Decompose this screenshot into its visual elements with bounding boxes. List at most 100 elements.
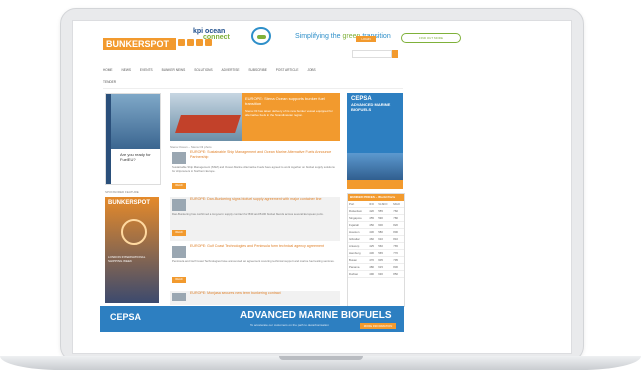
price-cell: 580 — [377, 228, 393, 236]
price-cell: 450 — [368, 221, 378, 229]
price-row: Antwerp 425 560 765 — [348, 242, 404, 250]
bunkerspot-logo[interactable]: BUNKERSPOT — [103, 38, 176, 50]
price-cell: Durban — [348, 270, 369, 278]
price-cell: 615 — [377, 263, 393, 271]
price-cell: Panama — [348, 263, 369, 271]
hero-image[interactable] — [170, 93, 242, 141]
lisw-ad[interactable]: BUNKERSPOT LONDON INTERNATIONAL SHIPPING… — [105, 197, 159, 303]
price-cell: 810 — [392, 235, 404, 243]
nav-item[interactable]: EVENTS — [140, 68, 153, 72]
price-cell: 820 — [392, 221, 404, 229]
article-item[interactable]: EUROPE: Sustainable Ship Management and … — [170, 150, 340, 194]
article-thumbnail — [172, 246, 186, 258]
price-row: Busan 470 605 795 — [348, 256, 404, 264]
login-button[interactable]: LOGIN — [356, 36, 376, 42]
sponsored-label: SPONSORED FEATURE — [105, 190, 139, 194]
article-thumbnail — [172, 293, 186, 301]
kpi-ocean-emblem-icon — [251, 27, 271, 45]
price-cell: 610 — [377, 235, 393, 243]
cepsa-banner-headline: ADVANCED MARINE BIOFUELS — [240, 310, 392, 321]
hero-panel[interactable]: EUROPE: Stena Ocean supports bunker fuel… — [242, 93, 340, 141]
price-cell: 455 — [368, 214, 378, 222]
search-icon[interactable] — [392, 50, 398, 58]
cepsa-headline: ADVANCED MARINE BIOFUELS — [351, 102, 391, 112]
article-item[interactable]: EUROPE: Dan-Bunkering signs biofuel supp… — [170, 197, 340, 241]
cepsa-banner-subtext: To accelerate our customers on the path … — [250, 323, 329, 327]
article-item[interactable]: EUROPE: Monjasa secures new term bunkeri… — [170, 291, 340, 305]
nav-item[interactable]: ADVERTISE — [222, 68, 240, 72]
price-cell: Rotterdam — [348, 207, 369, 215]
nav-item[interactable]: SUBSCRIBE — [248, 68, 266, 72]
twitter-icon[interactable] — [178, 39, 185, 46]
find-out-more-button[interactable]: FIND OUT MORE — [401, 33, 461, 43]
more-information-button[interactable]: MORE INFORMATION — [360, 323, 396, 329]
article-excerpt: Sustainable Ship Management (SSM) and Oc… — [172, 165, 335, 173]
ad-sidebar-stripe — [106, 94, 111, 184]
nav-item-second-row[interactable]: TENDER — [103, 80, 116, 84]
cepsa-logo: CEPSA — [351, 96, 372, 102]
price-cell: 460 — [368, 235, 378, 243]
bunker-prices-title: BUNKER PRICES – World Ports — [348, 194, 404, 201]
price-row: Rotterdam 420 555 760 — [348, 207, 404, 215]
fueleu-ad[interactable]: Are you ready for FuelEU? — [105, 93, 161, 185]
container-ship-image — [106, 94, 160, 149]
price-row: Panama 480 615 830 — [348, 263, 404, 271]
article-title[interactable]: EUROPE: Gulf Coast Technologies and Peni… — [190, 244, 338, 249]
lisw-ad-brand: BUNKERSPOT — [108, 200, 151, 206]
article-thumbnail — [172, 199, 186, 211]
price-cell: 480 — [368, 263, 378, 271]
bunker-prices-widget: BUNKER PRICES – World Ports Port IFO VLS… — [347, 193, 405, 307]
search-input[interactable] — [352, 50, 392, 58]
price-cell: Gibraltar — [348, 235, 369, 243]
price-cell: 630 — [377, 270, 393, 278]
article-thumbnail — [172, 152, 186, 164]
nav-item[interactable]: NEWS — [121, 68, 131, 72]
price-cell: 425 — [368, 242, 378, 250]
price-cell: 760 — [392, 207, 404, 215]
price-row: Durban 490 630 850 — [348, 270, 404, 278]
price-cell: 555 — [377, 207, 393, 215]
price-cell: 565 — [377, 249, 393, 257]
london-eye-icon — [121, 219, 147, 245]
price-cell: 780 — [392, 214, 404, 222]
price-cell: 800 — [392, 228, 404, 236]
facebook-icon[interactable] — [187, 39, 194, 46]
nav-item[interactable]: SOLUTIONS — [194, 68, 212, 72]
lisw-ad-text: LONDON INTERNATIONAL SHIPPING WEEK — [108, 255, 146, 263]
nav-item[interactable]: BUNKER NEWS — [162, 68, 186, 72]
cepsa-ad-strip — [347, 180, 403, 189]
linkedin-icon[interactable] — [196, 39, 203, 46]
price-cell: 850 — [392, 270, 404, 278]
hero-caption: Stena Ocean – Stena Oil photo — [170, 145, 212, 149]
price-cell: Houston — [348, 228, 369, 236]
rss-icon[interactable] — [205, 39, 212, 46]
article-title[interactable]: EUROPE: Dan-Bunkering signs biofuel supp… — [190, 197, 338, 202]
cepsa-side-ad[interactable]: CEPSA ADVANCED MARINE BIOFUELS — [347, 93, 403, 189]
read-more-button[interactable]: READ MORE — [172, 183, 186, 193]
read-more-button[interactable]: READ MORE — [172, 277, 186, 287]
cepsa-banner-ad[interactable]: CEPSA ADVANCED MARINE BIOFUELS To accele… — [100, 306, 404, 332]
price-cell: 490 — [368, 270, 378, 278]
nav-item[interactable]: POST ARTICLE — [276, 68, 299, 72]
tanker-hull — [175, 115, 241, 133]
article-title[interactable]: EUROPE: Sustainable Ship Management and … — [190, 150, 338, 159]
cepsa-banner-logo: CEPSA — [110, 312, 142, 322]
nav-item[interactable]: HOME — [103, 68, 113, 72]
article-title[interactable]: EUROPE: Monjasa secures new term bunkeri… — [190, 291, 338, 296]
price-cell: 560 — [377, 242, 393, 250]
article-item[interactable]: EUROPE: Gulf Coast Technologies and Peni… — [170, 244, 340, 288]
price-row: Hamburg 430 565 770 — [348, 249, 404, 257]
price-cell: 605 — [377, 256, 393, 264]
price-cell: Hamburg — [348, 249, 369, 257]
price-row: Fujairah 450 600 820 — [348, 221, 404, 229]
price-cell: 590 — [377, 214, 393, 222]
price-cell: 765 — [392, 242, 404, 250]
hero-text: Stena Oil has taken delivery of its new … — [245, 109, 333, 117]
nav-item[interactable]: JOBS — [307, 68, 315, 72]
main-nav: HOME NEWS EVENTS BUNKER NEWS SOLUTIONS A… — [103, 68, 403, 78]
hero-title[interactable]: EUROPE: Stena Ocean supports bunker fuel… — [242, 93, 340, 109]
read-more-button[interactable]: READ MORE — [172, 230, 186, 240]
price-cell: 420 — [368, 207, 378, 215]
price-cell: 795 — [392, 256, 404, 264]
article-excerpt: Dan-Bunkering has confirmed a long-term … — [172, 212, 324, 216]
